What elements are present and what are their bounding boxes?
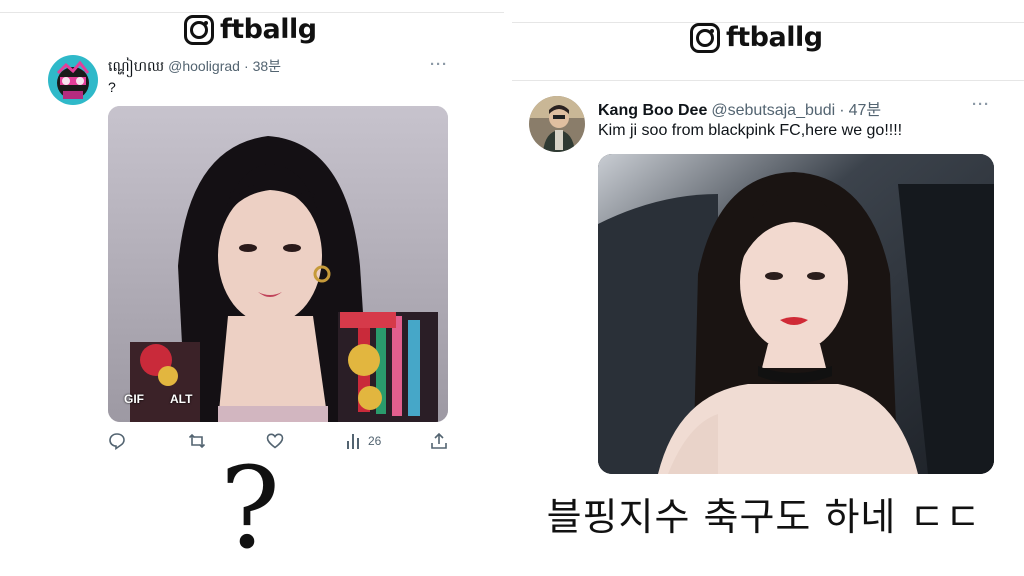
tweet-header: Kang Boo Dee @sebutsaja_budi · 47분 xyxy=(598,96,881,120)
right-screenshot-panel: ftballg Kang Boo Dee @sebutsaja_budi · 47분… xyxy=(512,0,1024,576)
caption-question-mark: ? xyxy=(210,448,290,570)
tweet-header: ណ្ហៀហឈ @hooligrad · 38분 xyxy=(108,56,281,78)
share-icon xyxy=(431,432,447,449)
retweet-button[interactable] xyxy=(188,432,206,450)
top-divider-line xyxy=(0,12,504,13)
jisoo-photo xyxy=(108,106,448,422)
caption-text: 블핑지수 축구도 하네 ㄷㄷ xyxy=(546,495,982,539)
instagram-icon xyxy=(184,14,214,45)
reply-button[interactable] xyxy=(108,432,126,450)
retweet-icon xyxy=(188,433,206,449)
tweet-media[interactable]: GIF ALT xyxy=(108,106,448,422)
separator-dot: · xyxy=(839,102,845,119)
separator-dot: · xyxy=(243,58,249,74)
views-icon xyxy=(347,434,359,449)
handle[interactable]: @sebutsaja_budi xyxy=(711,102,835,120)
display-name[interactable]: Kang Boo Dee xyxy=(598,102,707,120)
watermark-text: ftballg xyxy=(220,14,317,45)
share-button[interactable] xyxy=(430,432,448,450)
avatar[interactable] xyxy=(48,55,98,105)
more-options-icon[interactable]: ··· xyxy=(430,56,448,73)
timestamp[interactable]: 47분 xyxy=(849,96,882,120)
reply-icon xyxy=(109,433,125,450)
watermark-text: ftballg xyxy=(726,22,823,53)
avatar[interactable] xyxy=(529,96,585,152)
caption-text: ? xyxy=(219,444,281,574)
tweet-text: Kim ji soo from blackpink FC,here we go!… xyxy=(598,122,903,139)
more-options-icon[interactable]: ··· xyxy=(972,96,990,113)
header-divider-line xyxy=(512,80,1024,81)
alt-badge[interactable]: ALT xyxy=(170,392,192,406)
tweet-media[interactable] xyxy=(598,154,994,474)
display-name[interactable]: ណ្ហៀហឈ xyxy=(108,57,164,78)
handle[interactable]: @hooligrad xyxy=(168,58,240,74)
jisoo-photo xyxy=(598,154,994,474)
left-screenshot-panel: ftballg ណ្ហៀហឈ @hooligrad · 38분 ··· ? GI… xyxy=(0,0,504,576)
views-button[interactable]: 26 xyxy=(346,432,381,450)
watermark: ftballg xyxy=(690,22,823,53)
timestamp[interactable]: 38분 xyxy=(253,56,281,76)
watermark: ftballg xyxy=(184,14,317,45)
tweet-text: ? xyxy=(108,79,116,95)
gif-badge: GIF xyxy=(124,392,144,406)
views-count: 26 xyxy=(368,434,382,448)
panel-divider xyxy=(504,0,512,576)
instagram-icon xyxy=(690,22,720,53)
